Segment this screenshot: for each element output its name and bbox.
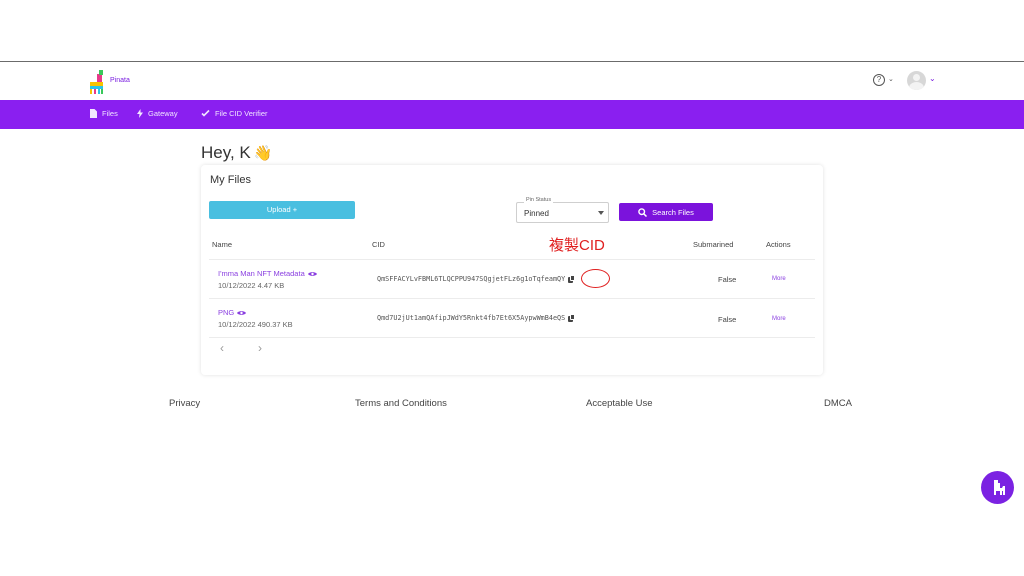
copy-icon[interactable] xyxy=(568,275,576,283)
nav-item-files[interactable]: Files xyxy=(90,109,118,118)
chevron-down-icon[interactable]: ⌄ xyxy=(888,75,894,83)
greeting-text: Hey, K xyxy=(201,143,251,162)
files-card-title: My Files xyxy=(210,174,251,186)
user-avatar-icon[interactable] xyxy=(907,71,926,90)
table-divider xyxy=(209,337,815,338)
footer-link-dmca[interactable]: DMCA xyxy=(824,398,852,409)
footer-link-privacy[interactable]: Privacy xyxy=(169,398,200,409)
page-title: Hey, K 👋 xyxy=(201,143,272,163)
more-actions-link[interactable]: More xyxy=(772,316,786,322)
search-icon xyxy=(638,207,648,217)
file-name: PNG xyxy=(218,308,235,317)
pin-status-label: Pin Status xyxy=(524,197,554,203)
table-divider xyxy=(209,259,815,260)
app-header: Pinata ? ⌄ ⌄ xyxy=(0,62,1024,100)
main-nav: Files Gateway File CID Verifier xyxy=(0,100,1024,129)
file-meta: 10/12/2022 4.47 KB xyxy=(218,281,285,290)
more-actions-link[interactable]: More xyxy=(772,276,786,282)
table-divider xyxy=(209,298,815,299)
nav-item-label: Gateway xyxy=(148,109,178,118)
annotation-circle xyxy=(581,269,610,288)
search-files-button[interactable]: Search Files xyxy=(619,203,713,221)
footer-link-acceptable-use[interactable]: Acceptable Use xyxy=(586,398,653,409)
column-header-name[interactable]: Name xyxy=(212,240,232,249)
pin-status-select[interactable]: Pin Status Pinned xyxy=(516,197,609,223)
column-header-actions[interactable]: Actions xyxy=(766,240,791,249)
files-card: My Files Upload + Pin Status Pinned Sear… xyxy=(201,165,823,375)
llama-icon xyxy=(994,480,1005,495)
question-circle-icon[interactable]: ? xyxy=(873,74,885,86)
upload-button[interactable]: Upload + xyxy=(209,201,355,219)
chevron-down-icon[interactable]: ⌄ xyxy=(929,74,936,83)
badge-check-icon xyxy=(201,109,210,117)
next-page-button[interactable]: › xyxy=(258,341,262,355)
file-cid: QmSFFACYLvFBML6TLQCPPU947SQgjetFLz6g1oTq… xyxy=(377,275,576,283)
copy-cid-annotation: 複製CID xyxy=(549,237,605,254)
lightning-icon xyxy=(137,109,143,118)
column-header-submarined[interactable]: Submarined xyxy=(693,240,733,249)
previous-page-button[interactable]: ‹ xyxy=(220,341,224,355)
eye-icon[interactable] xyxy=(237,310,247,316)
submarined-status: False xyxy=(718,275,737,284)
file-name: I'mma Man NFT Metadata xyxy=(218,269,305,278)
file-name-link[interactable]: I'mma Man NFT Metadata xyxy=(218,269,317,278)
file-icon xyxy=(90,109,97,118)
nav-item-label: Files xyxy=(102,109,118,118)
nav-item-file-cid-verifier[interactable]: File CID Verifier xyxy=(201,109,268,118)
file-cid: Qmd7U2jUt1amQAfipJWdY5Rnkt4fb7Et6X5AypwW… xyxy=(377,314,576,322)
nav-item-label: File CID Verifier xyxy=(215,109,268,118)
caret-down-icon xyxy=(598,211,604,215)
copy-icon[interactable] xyxy=(568,314,576,322)
pinata-logo-icon[interactable] xyxy=(88,70,106,94)
chat-support-button[interactable] xyxy=(981,471,1014,504)
submarined-status: False xyxy=(718,315,737,324)
cid-text: QmSFFACYLvFBML6TLQCPPU947SQgjetFLz6g1oTq… xyxy=(377,275,566,283)
brand-name[interactable]: Pinata xyxy=(110,77,130,84)
column-header-cid[interactable]: CID xyxy=(372,240,385,249)
cid-text: Qmd7U2jUt1amQAfipJWdY5Rnkt4fb7Et6X5AypwW… xyxy=(377,314,566,322)
waving-hand-icon: 👋 xyxy=(253,145,273,162)
file-meta: 10/12/2022 490.37 KB xyxy=(218,320,293,329)
page: Pinata ? ⌄ ⌄ Files Gateway File CID Veri… xyxy=(0,0,1024,576)
nav-item-gateway[interactable]: Gateway xyxy=(137,109,178,118)
search-files-label: Search Files xyxy=(652,207,694,217)
file-name-link[interactable]: PNG xyxy=(218,308,247,317)
pin-status-value: Pinned xyxy=(524,209,549,218)
eye-icon[interactable] xyxy=(307,271,317,277)
footer-link-terms[interactable]: Terms and Conditions xyxy=(355,398,447,409)
